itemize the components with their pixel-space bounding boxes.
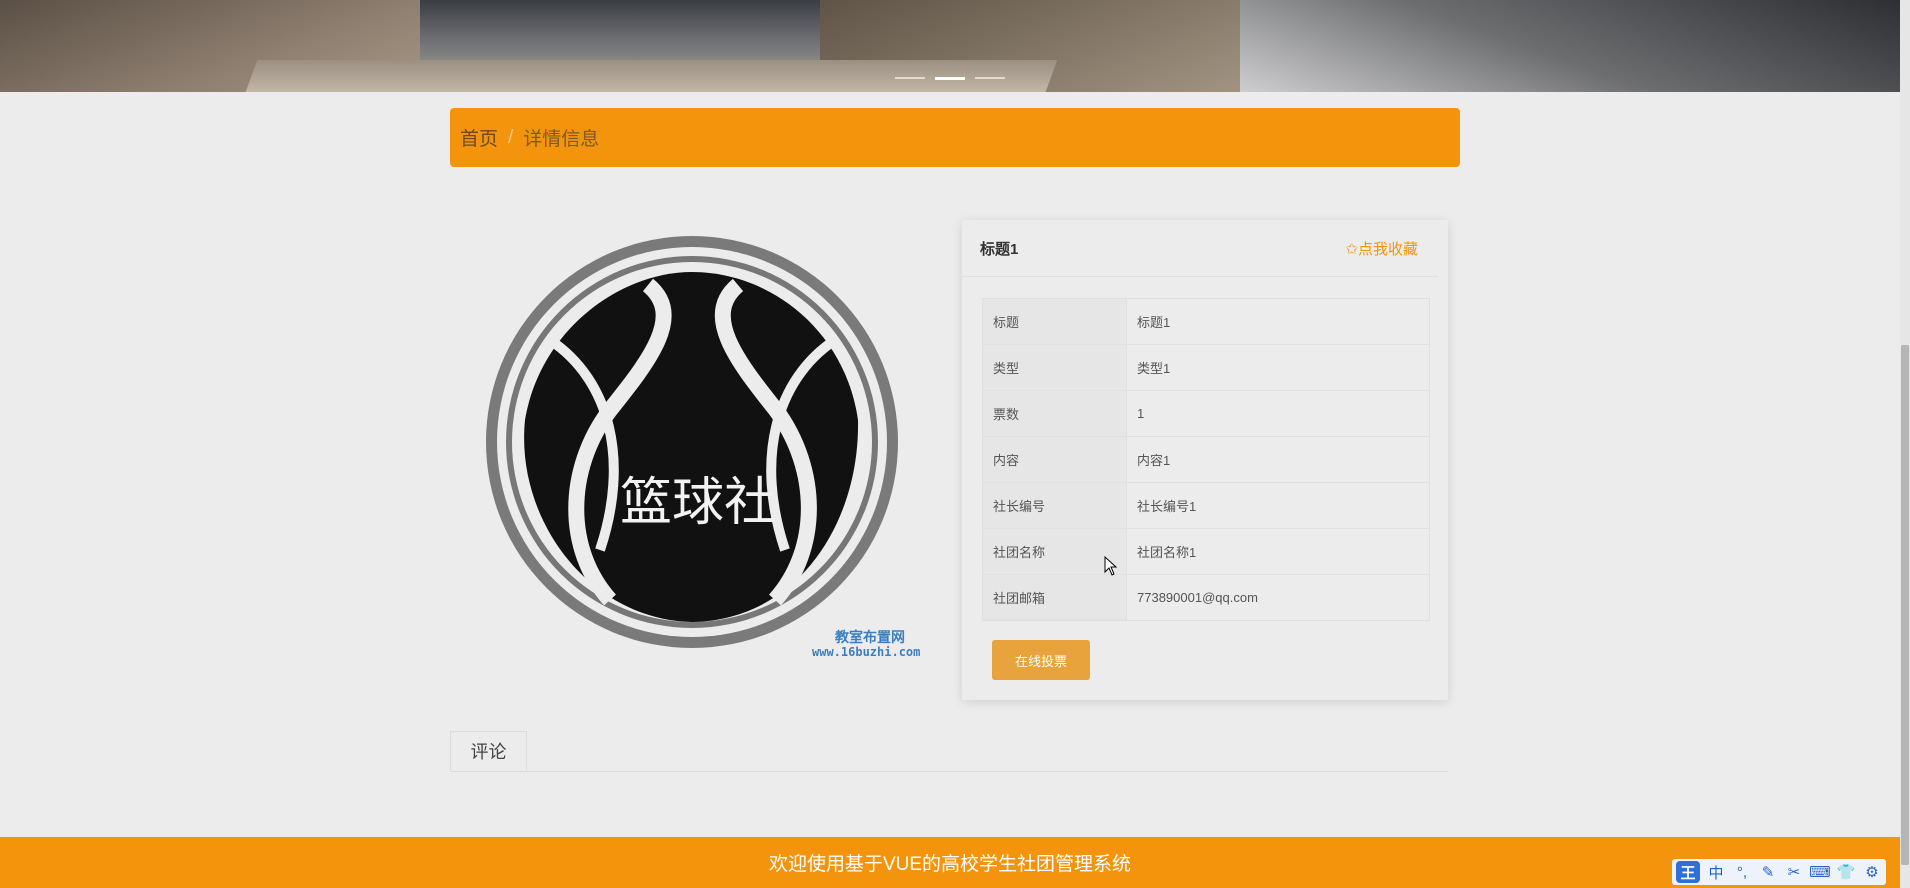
ime-logo-icon[interactable]: 王: [1676, 861, 1700, 883]
scrollbar-thumb[interactable]: [1901, 345, 1909, 865]
pen-icon[interactable]: ✎: [1758, 861, 1778, 883]
ime-mode-toggle[interactable]: 中: [1706, 861, 1726, 883]
table-row: 社团名称 社团名称1: [982, 529, 1430, 575]
keyboard-icon[interactable]: ⌨: [1809, 861, 1831, 883]
detail-table: 标题 标题1 类型 类型1 票数 1 内容 内容1 社长编号 社长编号1 社团名…: [982, 298, 1430, 621]
mouse-cursor-icon: [1104, 556, 1118, 576]
row-value: 内容1: [1127, 437, 1430, 482]
club-image: 篮球社: [470, 220, 940, 670]
table-row: 标题 标题1: [982, 299, 1430, 345]
row-key: 票数: [982, 391, 1127, 436]
carousel-indicator-1[interactable]: [895, 77, 925, 79]
row-key: 类型: [982, 345, 1127, 390]
banner-image-desk: [242, 60, 1058, 92]
row-value: 社长编号1: [1127, 483, 1430, 528]
tab-comments[interactable]: 评论: [450, 731, 527, 771]
tab-bar: 评论: [450, 731, 1448, 772]
breadcrumb-home[interactable]: 首页: [460, 124, 498, 151]
favorite-button[interactable]: ✩点我收藏: [1345, 238, 1418, 259]
carousel-indicator-2[interactable]: [935, 77, 965, 80]
shirt-icon[interactable]: 👕: [1836, 861, 1856, 883]
breadcrumb-separator: /: [508, 126, 514, 148]
basketball-logo: 篮球社: [486, 236, 898, 648]
row-value: 773890001@qq.com: [1127, 575, 1430, 620]
table-row: 社长编号 社长编号1: [982, 483, 1430, 529]
row-key: 社长编号: [982, 483, 1127, 528]
card-header: 标题1 ✩点我收藏: [962, 220, 1438, 277]
row-value: 1: [1127, 391, 1430, 436]
row-value: 标题1: [1127, 299, 1430, 344]
row-key: 标题: [982, 299, 1127, 344]
row-key: 社团邮箱: [982, 575, 1127, 620]
watermark-title: 教室布置网: [835, 629, 905, 645]
table-row: 内容 内容1: [982, 437, 1430, 483]
punct-icon[interactable]: °,: [1732, 861, 1752, 883]
vote-button[interactable]: 在线投票: [992, 640, 1090, 680]
carousel-indicators: [895, 77, 1005, 80]
footer: 欢迎使用基于VUE的高校学生社团管理系统: [0, 837, 1900, 888]
table-row: 票数 1: [982, 391, 1430, 437]
breadcrumb: 首页 / 详情信息: [450, 108, 1460, 167]
card-title: 标题1: [980, 240, 1019, 258]
scissors-icon[interactable]: ✂: [1784, 861, 1804, 883]
footer-text: 欢迎使用基于VUE的高校学生社团管理系统: [768, 854, 1132, 875]
row-value: 类型1: [1127, 345, 1430, 390]
ime-toolbar: 王 中 °, ✎ ✂ ⌨ 👕 ⚙: [1672, 859, 1886, 885]
watermark-url: www.16buzhi.com: [812, 645, 921, 659]
page-scrollbar[interactable]: [1900, 0, 1910, 888]
table-row: 类型 类型1: [982, 345, 1430, 391]
gear-icon[interactable]: ⚙: [1862, 861, 1882, 883]
banner-image-right: [1240, 0, 1900, 92]
row-value: 社团名称1: [1127, 529, 1430, 574]
logo-text: 篮球社: [620, 473, 776, 533]
row-key: 内容: [982, 437, 1127, 482]
carousel-indicator-3[interactable]: [975, 77, 1005, 79]
detail-card: 标题1 ✩点我收藏 标题 标题1 类型 类型1 票数 1 内容 内容1 社长编号…: [962, 220, 1448, 700]
banner-carousel[interactable]: [0, 0, 1900, 92]
table-row: 社团邮箱 773890001@qq.com: [982, 575, 1430, 621]
breadcrumb-current: 详情信息: [523, 129, 600, 150]
